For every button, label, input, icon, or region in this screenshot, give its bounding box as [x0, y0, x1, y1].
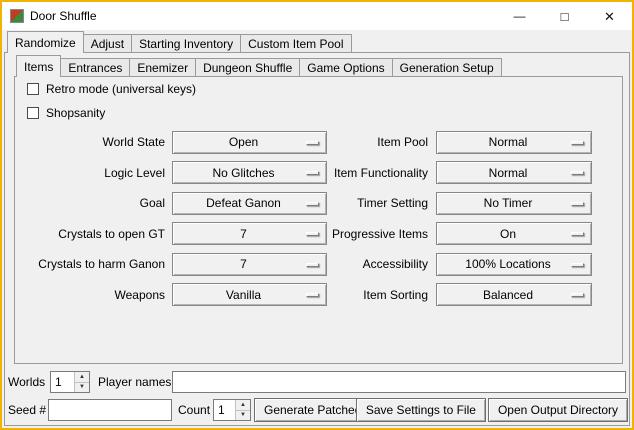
dropdown-indicator-icon — [571, 232, 584, 236]
dropdown-value: On — [500, 227, 528, 241]
tab-dungeon-shuffle[interactable]: Dungeon Shuffle — [195, 58, 300, 77]
progressive-items-label: Progressive Items — [330, 227, 436, 241]
accessibility-label: Accessibility — [330, 257, 436, 271]
seed-input[interactable] — [48, 399, 172, 421]
goal-label: Goal — [20, 196, 172, 210]
dropdown-value: Open — [229, 135, 270, 149]
tab-enemizer[interactable]: Enemizer — [129, 58, 196, 77]
weapons-dropdown[interactable]: Vanilla — [172, 283, 327, 306]
worlds-row: Worlds 1 ▲ ▼ Player names — [2, 370, 632, 394]
tab-adjust[interactable]: Adjust — [83, 34, 132, 53]
spin-up-icon[interactable]: ▲ — [75, 372, 89, 383]
tab-generation-setup[interactable]: Generation Setup — [392, 58, 502, 77]
shopsanity-checkbox[interactable] — [27, 107, 39, 119]
tab-items[interactable]: Items — [16, 55, 61, 77]
worlds-value: 1 — [51, 372, 74, 392]
world-state-label: World State — [20, 135, 172, 149]
weapons-label: Weapons — [20, 288, 172, 302]
item-sorting-dropdown[interactable]: Balanced — [436, 283, 592, 306]
player-names-input[interactable] — [172, 371, 626, 393]
logic-level-label: Logic Level — [20, 166, 172, 180]
maximize-icon: □ — [561, 10, 569, 23]
tab-entrances[interactable]: Entrances — [60, 58, 130, 77]
shopsanity-row: Shopsanity — [27, 106, 105, 120]
crystals-gt-dropdown[interactable]: 7 — [172, 222, 327, 245]
item-pool-dropdown[interactable]: Normal — [436, 131, 592, 154]
dropdown-indicator-icon — [306, 141, 319, 145]
progressive-items-dropdown[interactable]: On — [436, 222, 592, 245]
count-value: 1 — [214, 400, 235, 420]
seed-label: Seed # — [8, 398, 46, 422]
dropdown-value: Normal — [489, 166, 540, 180]
worlds-label: Worlds — [8, 370, 45, 394]
goal-dropdown[interactable]: Defeat Ganon — [172, 192, 327, 215]
minimize-button[interactable]: — — [497, 2, 542, 30]
window-title: Door Shuffle — [30, 9, 97, 23]
outer-tab-bar: Randomize Adjust Starting Inventory Cust… — [7, 32, 351, 53]
spin-up-icon[interactable]: ▲ — [236, 400, 250, 411]
logic-level-dropdown[interactable]: No Glitches — [172, 161, 327, 184]
tab-starting-inventory[interactable]: Starting Inventory — [131, 34, 241, 53]
minimize-icon: — — [514, 10, 526, 22]
dropdown-value: Defeat Ganon — [206, 196, 293, 210]
worlds-spin-buttons: ▲ ▼ — [74, 372, 89, 392]
spin-down-icon[interactable]: ▼ — [75, 383, 89, 393]
dropdown-indicator-icon — [571, 141, 584, 145]
crystals-gt-label: Crystals to open GT — [20, 227, 172, 241]
dropdown-value: 7 — [240, 227, 259, 241]
dropdown-value: Normal — [489, 135, 540, 149]
dropdown-indicator-icon — [571, 171, 584, 175]
save-settings-button[interactable]: Save Settings to File — [356, 398, 486, 422]
dropdown-value: No Timer — [484, 196, 545, 210]
count-spin-buttons: ▲ ▼ — [235, 400, 250, 420]
titlebar[interactable]: Door Shuffle — □ ✕ — [2, 2, 632, 30]
window-controls: — □ ✕ — [497, 2, 632, 30]
door-shuffle-window: Door Shuffle — □ ✕ Randomize Adjust Star… — [0, 0, 634, 430]
dropdown-value: Vanilla — [226, 288, 273, 302]
tab-game-options[interactable]: Game Options — [299, 58, 392, 77]
world-state-dropdown[interactable]: Open — [172, 131, 327, 154]
seed-row: Seed # Count 1 ▲ ▼ Generate Patched Rom … — [2, 398, 632, 422]
dropdown-indicator-icon — [306, 263, 319, 267]
accessibility-dropdown[interactable]: 100% Locations — [436, 253, 592, 276]
item-functionality-dropdown[interactable]: Normal — [436, 161, 592, 184]
dropdown-value: 7 — [240, 257, 259, 271]
dropdown-indicator-icon — [571, 202, 584, 206]
item-functionality-label: Item Functionality — [330, 166, 436, 180]
close-icon: ✕ — [604, 10, 615, 23]
dropdown-indicator-icon — [306, 293, 319, 297]
tab-custom-item-pool[interactable]: Custom Item Pool — [240, 34, 351, 53]
dropdown-indicator-icon — [571, 293, 584, 297]
timer-setting-dropdown[interactable]: No Timer — [436, 192, 592, 215]
spin-down-icon[interactable]: ▼ — [236, 411, 250, 421]
crystals-ganon-dropdown[interactable]: 7 — [172, 253, 327, 276]
count-label: Count — [178, 398, 210, 422]
dropdown-indicator-icon — [306, 171, 319, 175]
shopsanity-label: Shopsanity — [46, 106, 105, 120]
maximize-button[interactable]: □ — [542, 2, 587, 30]
retro-mode-label: Retro mode (universal keys) — [46, 82, 196, 96]
dropdown-value: Balanced — [483, 288, 545, 302]
retro-mode-row: Retro mode (universal keys) — [27, 82, 196, 96]
retro-mode-checkbox[interactable] — [27, 83, 39, 95]
item-sorting-label: Item Sorting — [330, 288, 436, 302]
worlds-spinner[interactable]: 1 ▲ ▼ — [50, 371, 90, 393]
output-buttons-group: Save Settings to File Open Output Direct… — [356, 398, 628, 422]
player-names-label: Player names — [98, 370, 171, 394]
dropdown-indicator-icon — [306, 202, 319, 206]
app-icon[interactable] — [10, 9, 24, 23]
close-button[interactable]: ✕ — [587, 2, 632, 30]
crystals-ganon-label: Crystals to harm Ganon — [20, 257, 172, 271]
dropdown-value: No Glitches — [212, 166, 286, 180]
count-spinner[interactable]: 1 ▲ ▼ — [213, 399, 251, 421]
timer-setting-label: Timer Setting — [330, 196, 436, 210]
dropdown-indicator-icon — [306, 232, 319, 236]
inner-tab-bar: Items Entrances Enemizer Dungeon Shuffle… — [16, 56, 501, 77]
open-output-directory-button[interactable]: Open Output Directory — [488, 398, 628, 422]
tab-randomize[interactable]: Randomize — [7, 31, 84, 53]
item-pool-label: Item Pool — [330, 135, 436, 149]
dropdown-indicator-icon — [571, 263, 584, 267]
dropdown-value: 100% Locations — [465, 257, 562, 271]
settings-grid: World State Open Item Pool Normal Logic … — [20, 127, 592, 310]
